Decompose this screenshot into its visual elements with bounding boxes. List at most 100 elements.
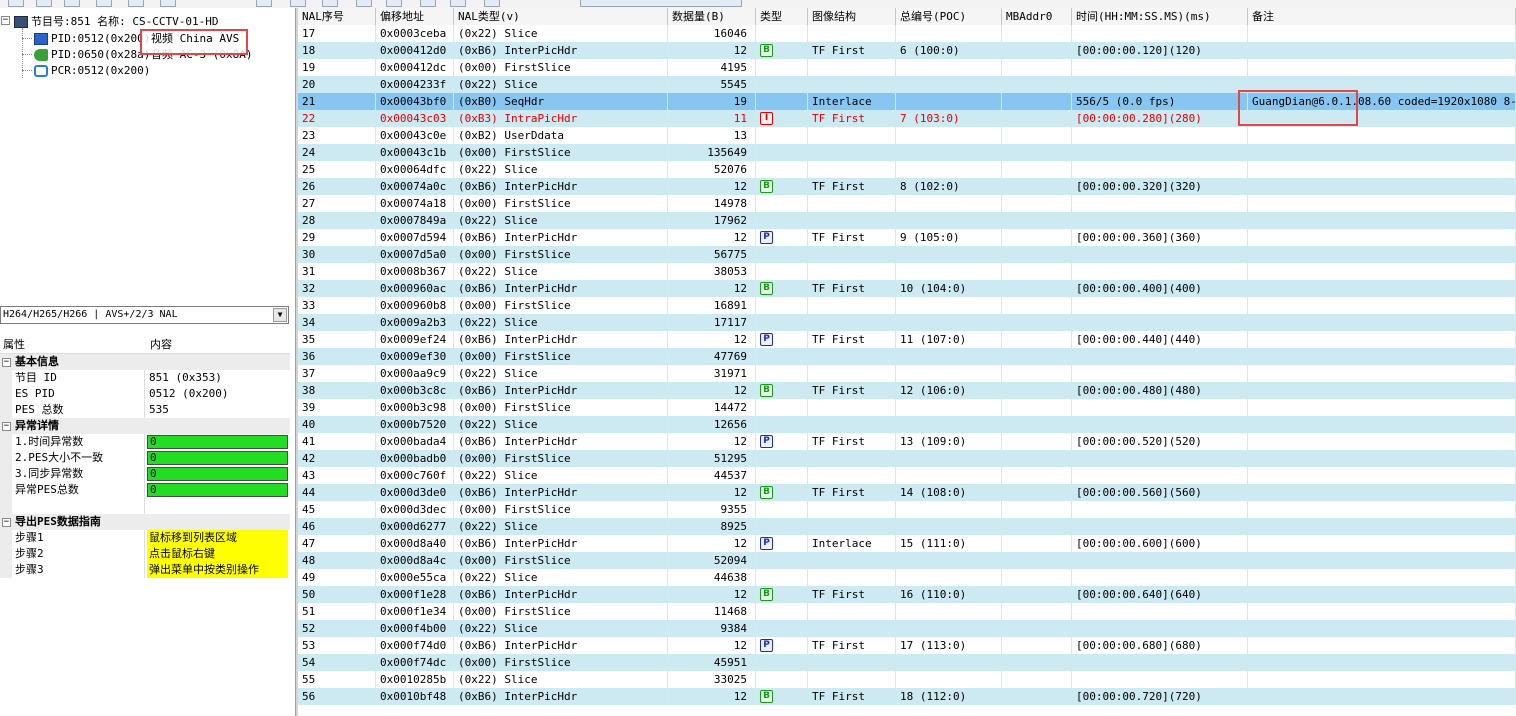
col-time-header[interactable]: 时间(HH:MM:SS.MS)(ms)	[1072, 8, 1248, 25]
table-row[interactable]: 34 0x0009a2b3 (0x22) Slice 17117	[298, 314, 1516, 331]
frame-type-cell: B	[756, 484, 808, 501]
property-row: 异常PES总数 0	[0, 482, 290, 498]
nal-index-cell: 22	[298, 110, 376, 127]
remark-cell	[1248, 76, 1516, 93]
poc-cell: 7 (103:0)	[896, 110, 1002, 127]
section-export-guide[interactable]: − 导出PES数据指南	[0, 514, 290, 530]
nal-index-cell: 48	[298, 552, 376, 569]
timestamp-cell: [00:00:00.120](120)	[1072, 42, 1248, 59]
table-row[interactable]: 24 0x00043c1b (0x00) FirstSlice 135649	[298, 144, 1516, 161]
nal-index-cell: 45	[298, 501, 376, 518]
table-row[interactable]: 32 0x000960ac (0xB6) InterPicHdr 12 B TF Firs…	[298, 280, 1516, 297]
poc-cell: 18 (112:0)	[896, 688, 1002, 705]
table-row[interactable]: 55 0x0010285b (0x22) Slice 33025	[298, 671, 1516, 688]
table-row[interactable]: 44 0x000d3de0 (0xB6) InterPicHdr 12 B TF Firs…	[298, 484, 1516, 501]
picture-structure-cell	[808, 161, 896, 178]
table-row[interactable]: 51 0x000f1e34 (0x00) FirstSlice 11468	[298, 603, 1516, 620]
toolbar-play-icon[interactable]	[450, 0, 466, 7]
tree-program-node[interactable]: 节目号:851 名称: CS-CCTV-01-HD	[14, 14, 218, 29]
nal-mode-select[interactable]: H264/H265/H266 | AVS+/2/3 NAL ▼	[0, 306, 289, 324]
table-row[interactable]: 23 0x00043c0e (0xB2) UserDdata 13	[298, 127, 1516, 144]
table-row[interactable]: 48 0x000d8a4c (0x00) FirstSlice 52094	[298, 552, 1516, 569]
table-row[interactable]: 35 0x0009ef24 (0xB6) InterPicHdr 12 P TF Firs…	[298, 331, 1516, 348]
toolbar-filter-icon[interactable]	[290, 0, 306, 7]
timestamp-cell	[1072, 263, 1248, 280]
toolbar-find-icon[interactable]	[356, 0, 372, 7]
table-row[interactable]: 17 0x0003ceba (0x22) Slice 16046	[298, 25, 1516, 42]
col-frame-type-header[interactable]: 类型	[756, 8, 808, 25]
table-row[interactable]: 56 0x0010bf48 (0xB6) InterPicHdr 12 B TF Firs…	[298, 688, 1516, 705]
table-row[interactable]: 54 0x000f74dc (0x00) FirstSlice 45951	[298, 654, 1516, 671]
tree-stream-pcr[interactable]: PCR:0512(0x200)	[34, 63, 150, 78]
table-row[interactable]: 53 0x000f74d0 (0xB6) InterPicHdr 12 P TF Firs…	[298, 637, 1516, 654]
table-row[interactable]: 21 0x00043bf0 (0xB0) SeqHdr 19 Interlace 556/…	[298, 93, 1516, 110]
frame-type-cell	[756, 348, 808, 365]
col-remark-header[interactable]: 备注	[1248, 8, 1516, 25]
table-row[interactable]: 49 0x000e55ca (0x22) Slice 44638	[298, 569, 1516, 586]
toolbar-doc-icon[interactable]	[160, 0, 176, 7]
toolbar-open-icon[interactable]	[8, 0, 24, 7]
col-poc-header[interactable]: 总编号(POC)	[896, 8, 1002, 25]
toolbar-chart-icon[interactable]	[128, 0, 144, 7]
table-row[interactable]: 43 0x000c760f (0x22) Slice 44537	[298, 467, 1516, 484]
table-row[interactable]: 20 0x0004233f (0x22) Slice 5545	[298, 76, 1516, 93]
offset-cell: 0x000badb0	[376, 450, 454, 467]
table-row[interactable]: 31 0x0008b367 (0x22) Slice 38053	[298, 263, 1516, 280]
table-row[interactable]: 52 0x000f4b00 (0x22) Slice 9384	[298, 620, 1516, 637]
table-row[interactable]: 47 0x000d8a40 (0xB6) InterPicHdr 12 P Interla…	[298, 535, 1516, 552]
nal-table[interactable]: NAL序号 偏移地址 NAL类型(v) 数据量(B) 类型 图像结构 总编号(POC) MBA…	[298, 8, 1516, 716]
table-row[interactable]: 38 0x000b3c8c (0xB6) InterPicHdr 12 B TF Firs…	[298, 382, 1516, 399]
picture-structure-cell	[808, 552, 896, 569]
table-row[interactable]: 27 0x00074a18 (0x00) FirstSlice 14978	[298, 195, 1516, 212]
table-row[interactable]: 18 0x000412d0 (0xB6) InterPicHdr 12 B TF Firs…	[298, 42, 1516, 59]
table-row[interactable]: 25 0x00064dfc (0x22) Slice 52076	[298, 161, 1516, 178]
table-row[interactable]: 41 0x000bada4 (0xB6) InterPicHdr 12 P TF Firs…	[298, 433, 1516, 450]
col-offset-header[interactable]: 偏移地址	[376, 8, 454, 25]
table-row[interactable]: 22 0x00043c03 (0xB3) IntraPicHdr 11 I TF Firs…	[298, 110, 1516, 127]
toolbar-info-icon[interactable]	[386, 0, 402, 7]
toolbar-stop-icon[interactable]	[484, 0, 500, 7]
table-row[interactable]: 46 0x000d6277 (0x22) Slice 8925	[298, 518, 1516, 535]
col-nal-type-header[interactable]: NAL类型(v)	[454, 8, 668, 25]
col-nal-index-header[interactable]: NAL序号	[298, 8, 376, 25]
table-row[interactable]: 29 0x0007d594 (0xB6) InterPicHdr 12 P TF Firs…	[298, 229, 1516, 246]
table-row[interactable]: 30 0x0007d5a0 (0x00) FirstSlice 56775	[298, 246, 1516, 263]
timestamp-cell	[1072, 671, 1248, 688]
toolbar-search-box[interactable]	[580, 0, 742, 7]
section-basic-info[interactable]: − 基本信息	[0, 354, 290, 370]
table-row[interactable]: 19 0x000412dc (0x00) FirstSlice 4195	[298, 59, 1516, 76]
toolbar-export-icon[interactable]	[322, 0, 338, 7]
table-row[interactable]: 42 0x000badb0 (0x00) FirstSlice 51295	[298, 450, 1516, 467]
offset-cell: 0x0010bf48	[376, 688, 454, 705]
tree-collapse-toggle[interactable]: −	[1, 16, 10, 25]
table-row[interactable]: 26 0x00074a0c (0xB6) InterPicHdr 12 B TF Firs…	[298, 178, 1516, 195]
section-anomaly-details[interactable]: − 异常详情	[0, 418, 290, 434]
table-row[interactable]: 39 0x000b3c98 (0x00) FirstSlice 14472	[298, 399, 1516, 416]
toolbar-settings-icon[interactable]	[256, 0, 272, 7]
toolbar-save-icon[interactable]	[36, 0, 52, 7]
collapse-icon[interactable]: −	[2, 422, 11, 431]
toolbar-list-icon[interactable]	[64, 0, 80, 7]
table-row[interactable]: 50 0x000f1e28 (0xB6) InterPicHdr 12 B TF Firs…	[298, 586, 1516, 603]
col-size-header[interactable]: 数据量(B)	[668, 8, 756, 25]
nal-type-cell: (0x22) Slice	[454, 569, 668, 586]
col-picture-structure-header[interactable]: 图像结构	[808, 8, 896, 25]
toolbar-copy-icon[interactable]	[96, 0, 112, 7]
tree-stream-audio[interactable]: PID:0650(0x28a)	[34, 47, 150, 62]
toolbar-refresh-icon[interactable]	[420, 0, 436, 7]
nal-type-cell: (0xB6) InterPicHdr	[454, 42, 668, 59]
chevron-down-icon[interactable]: ▼	[273, 308, 287, 322]
col-mbaddr-header[interactable]: MBAddr0	[1002, 8, 1072, 25]
collapse-icon[interactable]: −	[2, 358, 11, 367]
table-row[interactable]: 28 0x0007849a (0x22) Slice 17962	[298, 212, 1516, 229]
table-row[interactable]: 33 0x000960b8 (0x00) FirstSlice 16891	[298, 297, 1516, 314]
tree-stream-video[interactable]: PID:0512(0x200)	[34, 31, 150, 46]
remark-cell	[1248, 501, 1516, 518]
table-row[interactable]: 45 0x000d3dec (0x00) FirstSlice 9355	[298, 501, 1516, 518]
table-row[interactable]: 36 0x0009ef30 (0x00) FirstSlice 47769	[298, 348, 1516, 365]
nal-type-cell: (0x00) FirstSlice	[454, 246, 668, 263]
collapse-icon[interactable]: −	[2, 518, 11, 527]
nal-index-cell: 35	[298, 331, 376, 348]
table-row[interactable]: 40 0x000b7520 (0x22) Slice 12656	[298, 416, 1516, 433]
table-row[interactable]: 37 0x000aa9c9 (0x22) Slice 31971	[298, 365, 1516, 382]
